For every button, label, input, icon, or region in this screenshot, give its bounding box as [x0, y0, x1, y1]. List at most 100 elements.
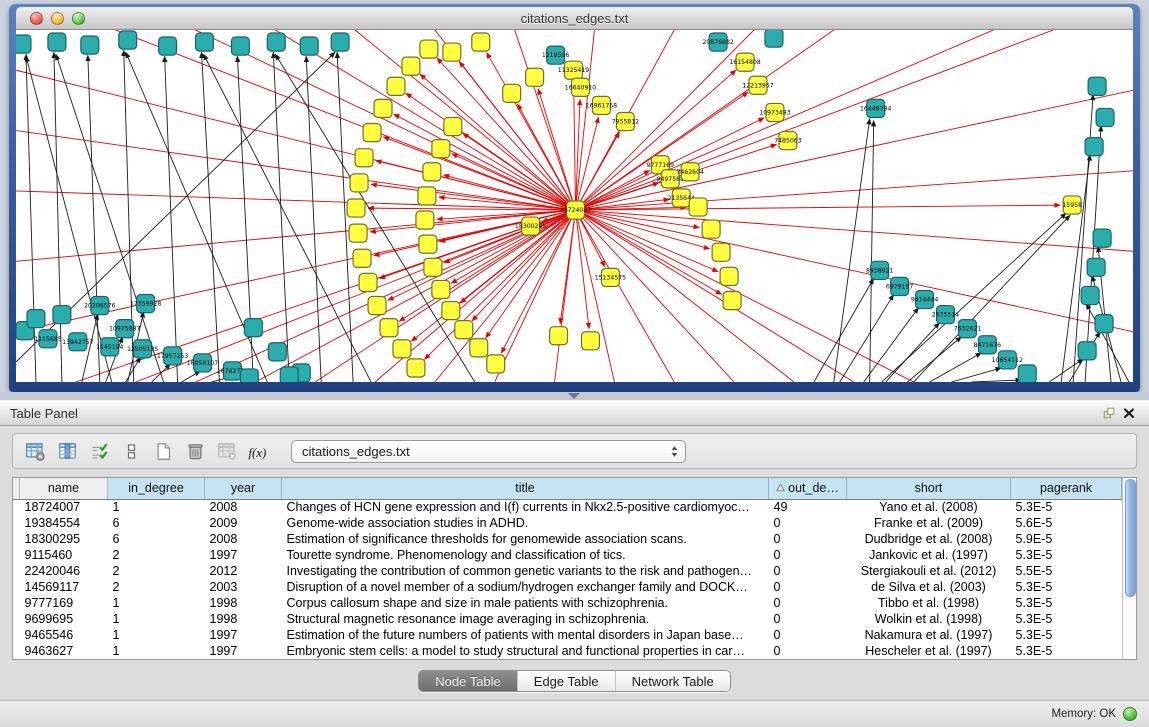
graph-node[interactable] — [689, 198, 707, 216]
column-header-out_degree[interactable]: out_de… — [769, 478, 847, 499]
tab-edge-table[interactable]: Edge Table — [518, 671, 616, 691]
graph-node[interactable] — [723, 291, 741, 309]
column-header-short[interactable]: short — [847, 478, 1011, 499]
table-row[interactable]: 946554611997Estimation of the future num… — [13, 627, 1122, 643]
graph-node[interactable] — [244, 319, 262, 337]
table-row[interactable]: 1872400712008Changes of HCN gene express… — [13, 499, 1122, 515]
cell-name[interactable]: 18724007 — [20, 499, 108, 515]
graph-node[interactable] — [1096, 108, 1114, 126]
row-height-icon[interactable] — [117, 437, 145, 465]
graph-node[interactable] — [1093, 229, 1111, 247]
new-document-icon[interactable] — [149, 437, 177, 465]
graph-node[interactable] — [300, 37, 318, 55]
cell-pagerank[interactable]: 5.6E-5 — [1011, 515, 1122, 531]
cell-year[interactable]: 1997 — [205, 643, 282, 659]
column-header-title[interactable]: title — [282, 478, 769, 499]
table-scrollbar-thumb[interactable] — [1125, 479, 1136, 597]
cell-in_degree[interactable]: 1 — [108, 643, 205, 659]
graph-node[interactable] — [526, 68, 544, 86]
graph-node[interactable] — [765, 30, 783, 47]
graph-node[interactable] — [16, 35, 31, 53]
splitter-collapse-handle[interactable] — [568, 393, 580, 399]
cell-title[interactable]: Genome-wide association studies in ADHD. — [282, 515, 769, 531]
column-header-name[interactable]: name — [20, 478, 108, 499]
table-columns-icon[interactable] — [53, 437, 81, 465]
graph-node[interactable] — [432, 280, 450, 298]
graph-node[interactable] — [368, 297, 386, 315]
float-panel-icon[interactable] — [1099, 404, 1119, 422]
cell-title[interactable]: Embryonic stem cells: a model to study s… — [282, 643, 769, 659]
table-scrollbar[interactable] — [1122, 478, 1136, 659]
column-header-in_degree[interactable]: in_degree — [108, 478, 205, 499]
cell-title[interactable]: Structural magnetic resonance image aver… — [282, 611, 769, 627]
column-header-year[interactable]: year — [205, 478, 282, 499]
graph-node[interactable] — [419, 235, 437, 253]
graph-node[interactable] — [1088, 77, 1106, 95]
graph-node[interactable] — [27, 310, 45, 328]
graph-node[interactable] — [374, 99, 392, 117]
table-row[interactable]: 1456911722003Disruption of a novel membe… — [13, 579, 1122, 595]
cell-out_degree[interactable]: 0 — [769, 627, 847, 643]
graph-node[interactable] — [712, 243, 730, 261]
cell-year[interactable]: 2012 — [205, 563, 282, 579]
cell-short[interactable]: de Silva et al. (2003) — [847, 579, 1011, 595]
table-row[interactable]: 969969511998Structural magnetic resonanc… — [13, 611, 1122, 627]
graph-node[interactable] — [470, 339, 488, 357]
graph-node[interactable] — [444, 117, 462, 135]
table-row[interactable]: 977716911998Corpus callosum shape and si… — [13, 595, 1122, 611]
cell-title[interactable]: Corpus callosum shape and size in male p… — [282, 595, 769, 611]
graph-node[interactable] — [393, 340, 411, 358]
cell-name[interactable]: 9777169 — [20, 595, 108, 611]
cell-in_degree[interactable]: 2 — [108, 579, 205, 595]
graph-node[interactable] — [418, 187, 436, 205]
cell-title[interactable]: Investigating the contribution of common… — [282, 563, 769, 579]
graph-node[interactable] — [355, 149, 373, 167]
cell-in_degree[interactable]: 6 — [108, 531, 205, 547]
table-row[interactable]: 946362711997Embryonic stem cells: a mode… — [13, 643, 1122, 659]
cell-title[interactable]: Changes of HCN gene expression and I(f) … — [282, 499, 769, 515]
cell-year[interactable]: 2003 — [205, 579, 282, 595]
cell-pagerank[interactable]: 5.3E-5 — [1011, 643, 1122, 659]
graph-node[interactable] — [503, 84, 521, 102]
graph-node[interactable] — [81, 36, 99, 54]
graph-node[interactable] — [1018, 365, 1036, 382]
cell-out_degree[interactable]: 0 — [769, 611, 847, 627]
graph-node[interactable] — [423, 163, 441, 181]
cell-pagerank[interactable]: 5.3E-5 — [1011, 595, 1122, 611]
cell-in_degree[interactable]: 1 — [108, 595, 205, 611]
graph-node[interactable] — [268, 343, 286, 361]
graph-node[interactable] — [231, 37, 249, 55]
function-builder-icon[interactable]: f(x) — [245, 437, 273, 465]
citation-network-graph[interactable]: 1132541916640910169617587955812161548081… — [16, 30, 1133, 382]
cell-out_degree[interactable]: 0 — [769, 595, 847, 611]
cell-name[interactable]: 14569117 — [20, 579, 108, 595]
cell-name[interactable]: 18300295 — [20, 531, 108, 547]
panel-splitter[interactable] — [0, 392, 1149, 400]
table-select-dropdown[interactable]: citations_edges.txt — [291, 440, 686, 463]
select-rows-icon[interactable] — [85, 437, 113, 465]
graph-node[interactable] — [347, 199, 365, 217]
cell-short[interactable]: Tibbo et al. (1998) — [847, 595, 1011, 611]
graph-node[interactable] — [350, 174, 368, 192]
graph-node[interactable] — [472, 33, 490, 51]
graph-node[interactable] — [359, 273, 377, 291]
cell-name[interactable]: 9115460 — [20, 547, 108, 563]
graph-node[interactable] — [455, 321, 473, 339]
table-row[interactable]: 911546021997Tourette syndrome. Phenomeno… — [13, 547, 1122, 563]
cell-pagerank[interactable]: 5.5E-5 — [1011, 563, 1122, 579]
cell-out_degree[interactable]: 49 — [769, 499, 847, 515]
graph-node[interactable] — [424, 258, 442, 276]
cell-short[interactable]: Hescheler et al. (1997) — [847, 643, 1011, 659]
graph-node[interactable] — [443, 43, 461, 61]
graph-node[interactable] — [416, 211, 434, 229]
cell-short[interactable]: Franke et al. (2009) — [847, 515, 1011, 531]
graph-node[interactable] — [402, 57, 420, 75]
cell-pagerank[interactable]: 5.3E-5 — [1011, 579, 1122, 595]
memory-status-led[interactable] — [1123, 707, 1137, 721]
cell-short[interactable]: Stergiakouli et al. (2012) — [847, 563, 1011, 579]
close-panel-icon[interactable] — [1119, 404, 1139, 422]
graph-node[interactable] — [487, 355, 505, 373]
cell-out_degree[interactable]: 0 — [769, 515, 847, 531]
graph-node[interactable] — [720, 267, 738, 285]
graph-node[interactable] — [407, 359, 425, 377]
